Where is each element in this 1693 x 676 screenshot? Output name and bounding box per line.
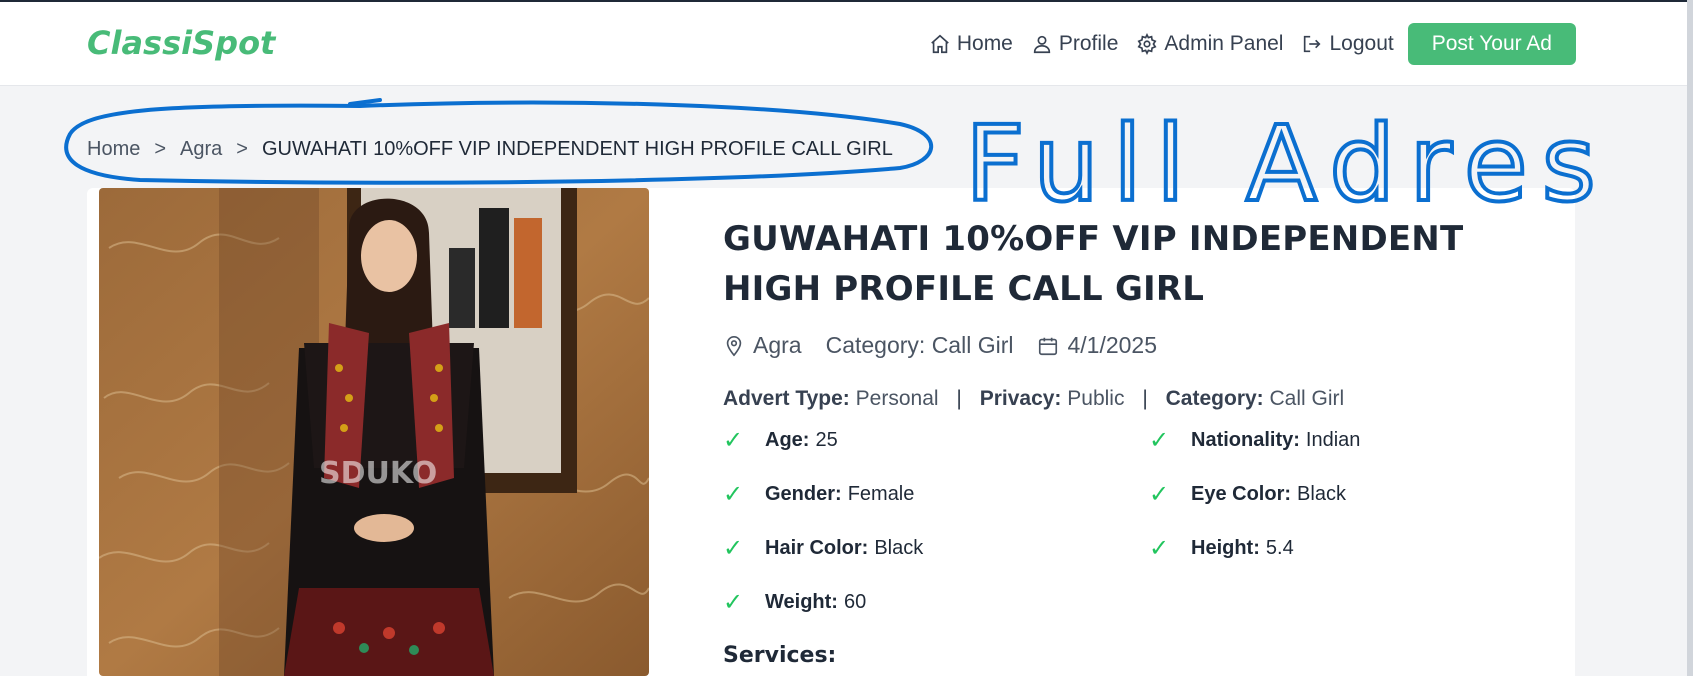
user-icon: [1033, 35, 1051, 54]
attribute-weight: ✓ Weight: 60: [723, 588, 1149, 616]
nav-admin-link[interactable]: Admin Panel: [1136, 32, 1283, 56]
attribute-value: Indian: [1305, 428, 1361, 451]
advert-category-label: Category:: [1165, 387, 1264, 410]
breadcrumb-separator: >: [154, 138, 167, 160]
attribute-age: ✓ Age: 25: [723, 426, 1149, 454]
attribute-label: Eye Color:: [1191, 482, 1292, 505]
scrollbar[interactable]: [1687, 0, 1693, 676]
attribute-value: 5.4: [1265, 536, 1294, 559]
attribute-label: Nationality:: [1191, 428, 1300, 451]
map-pin-icon: [726, 335, 742, 356]
attribute-nationality: ✓ Nationality: Indian: [1149, 426, 1529, 454]
breadcrumb-current: GUWAHATI 10%OFF VIP INDEPENDENT HIGH PRO…: [261, 138, 893, 160]
advert-separator: |: [956, 387, 962, 410]
attribute-list: ✓ Age: 25 ✓ Nationality: Indian ✓ Gender…: [723, 426, 1523, 616]
check-icon: ✓: [1149, 480, 1170, 508]
breadcrumb-city[interactable]: Agra: [180, 138, 222, 161]
nav-profile-link[interactable]: Profile: [1031, 32, 1119, 56]
nav-links: Home Profile Admin Panel Logout Post You…: [911, 22, 1576, 66]
advert-summary: Advert Type: Personal | Privacy: Public …: [723, 387, 1523, 411]
logout-icon: [1304, 35, 1321, 53]
brand-logo[interactable]: ClassiSpot: [87, 24, 275, 62]
navbar: ClassiSpot Home Profile Admin Panel Logo…: [0, 2, 1693, 86]
attribute-hair-color: ✓ Hair Color: Black: [723, 534, 1149, 562]
listing-photo[interactable]: SDUKO: [99, 188, 649, 676]
date-meta: 4/1/2025: [1037, 332, 1157, 359]
image-watermark: SDUKO: [319, 456, 437, 491]
home-icon: [931, 34, 949, 54]
check-icon: ✓: [723, 480, 744, 508]
advert-type-label: Advert Type:: [723, 387, 850, 410]
location-text: Agra: [753, 332, 802, 358]
attribute-gender: ✓ Gender: Female: [723, 480, 1149, 508]
services-heading: Services:: [723, 643, 837, 668]
post-your-ad-button[interactable]: Post Your Ad: [1407, 23, 1576, 65]
attribute-label: Weight:: [765, 590, 838, 613]
listing-card: SDUKO GUWAHATI 10%OFF VIP INDEPENDENT HI…: [87, 188, 1575, 676]
attribute-value: 25: [815, 428, 838, 451]
privacy-label: Privacy:: [979, 387, 1062, 410]
nav-profile-label: Profile: [1058, 32, 1119, 55]
privacy-value: Public: [1067, 387, 1125, 410]
nav-home-link[interactable]: Home: [929, 32, 1013, 56]
attribute-height: ✓ Height: 5.4: [1149, 534, 1529, 562]
check-icon: ✓: [1149, 426, 1170, 454]
date-text: 4/1/2025: [1067, 332, 1158, 358]
listing-info: GUWAHATI 10%OFF VIP INDEPENDENT HIGH PRO…: [723, 214, 1523, 668]
breadcrumb-separator: >: [236, 138, 248, 160]
check-icon: ✓: [723, 426, 744, 454]
breadcrumb-home[interactable]: Home: [87, 138, 140, 161]
attribute-label: Hair Color:: [765, 536, 869, 559]
category-meta: Category: Call Girl: [826, 332, 1014, 359]
advert-type-value: Personal: [855, 387, 939, 410]
nav-logout-link[interactable]: Logout: [1301, 32, 1394, 56]
listing-title: GUWAHATI 10%OFF VIP INDEPENDENT HIGH PRO…: [723, 219, 1464, 309]
category-text: Category: Call Girl: [825, 332, 1014, 358]
attribute-value: Female: [847, 482, 915, 505]
nav-home-label: Home: [956, 32, 1013, 55]
attribute-label: Gender:: [765, 482, 842, 505]
attribute-value: Black: [1297, 482, 1346, 505]
nav-admin-label: Admin Panel: [1164, 32, 1284, 55]
listing-photo-image: SDUKO: [99, 188, 649, 676]
calendar-icon: [1039, 337, 1058, 355]
attribute-label: Height:: [1191, 536, 1260, 559]
advert-category-value: Call Girl: [1269, 387, 1345, 410]
check-icon: ✓: [723, 534, 744, 562]
attribute-label: Age:: [765, 428, 810, 451]
advert-separator: |: [1142, 387, 1148, 410]
nav-logout-label: Logout: [1329, 32, 1394, 55]
listing-meta: Agra Category: Call Girl 4/1/2025: [723, 332, 1523, 359]
attribute-value: 60: [843, 590, 867, 613]
gear-icon: [1137, 33, 1157, 55]
location-meta: Agra: [723, 332, 802, 359]
check-icon: ✓: [1149, 534, 1170, 562]
attribute-eye-color: ✓ Eye Color: Black: [1149, 480, 1529, 508]
breadcrumb: Home > Agra > GUWAHATI 10%OFF VIP INDEPE…: [87, 138, 893, 161]
attribute-value: Black: [874, 536, 924, 559]
check-icon: ✓: [723, 588, 744, 616]
